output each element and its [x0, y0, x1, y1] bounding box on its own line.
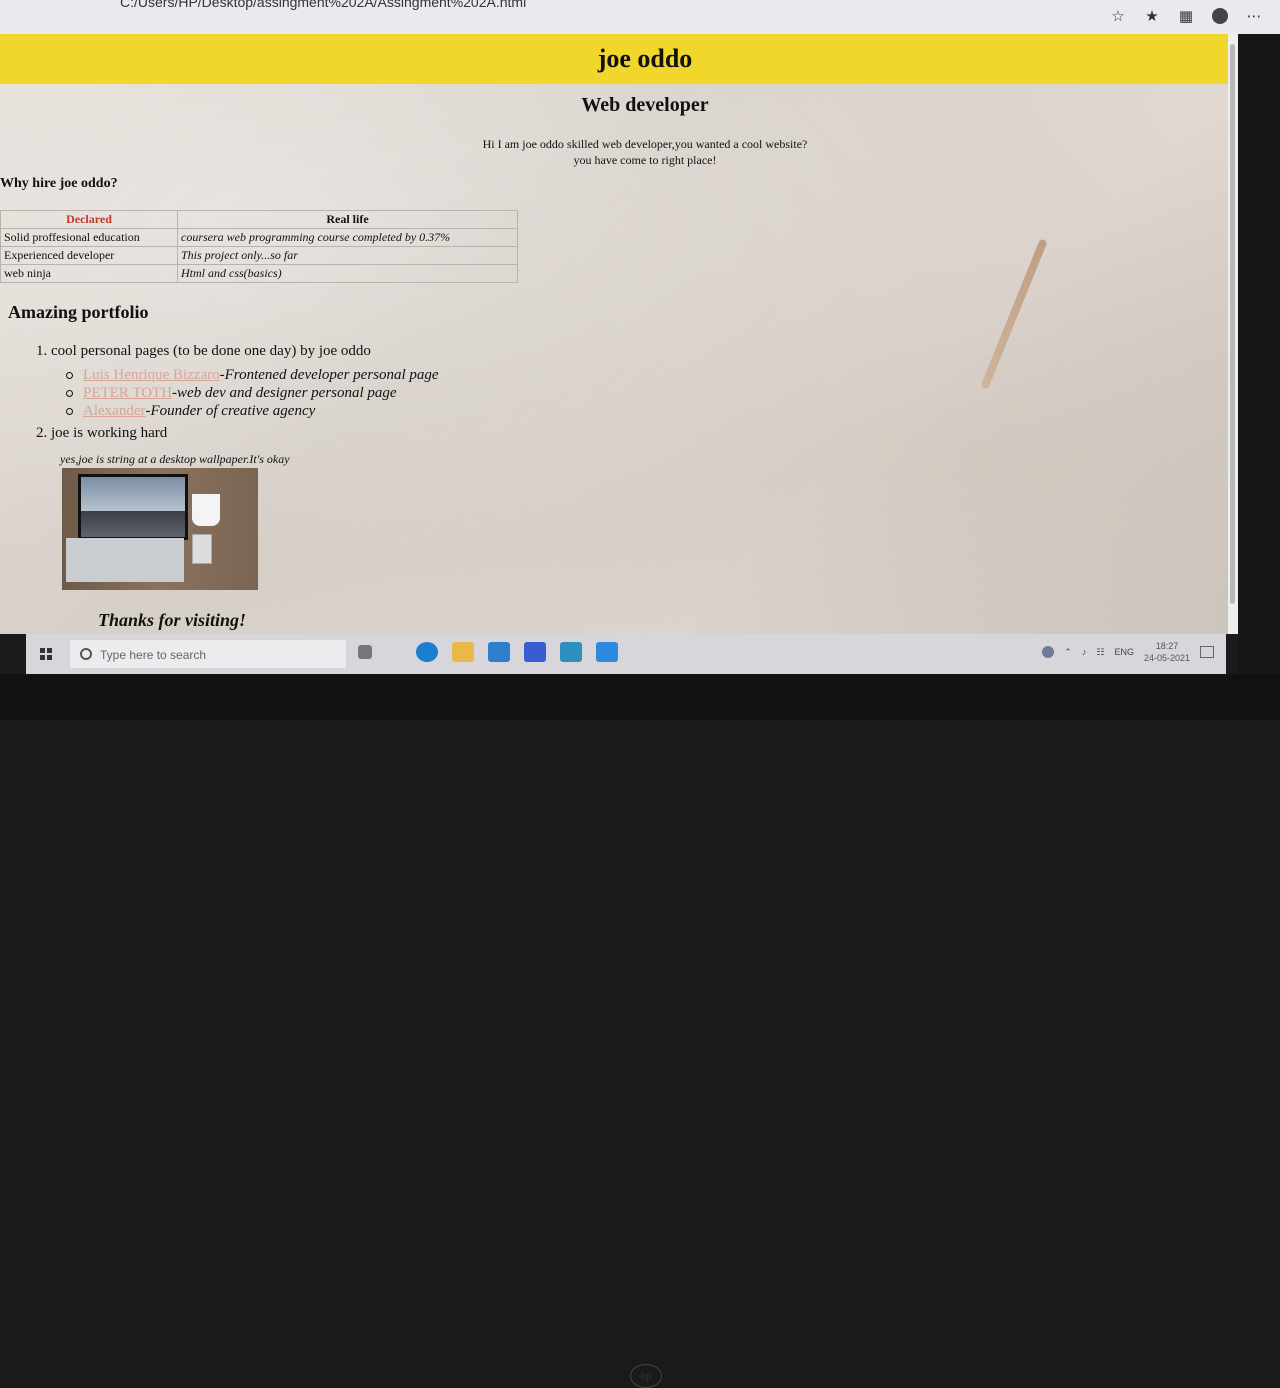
bullet-icon	[66, 372, 73, 380]
sub-list-item: PETER TOTH-web dev and designer personal…	[66, 384, 439, 402]
sub-list-item: Alexander-Founder of creative agency	[66, 402, 439, 420]
help-icon[interactable]	[1042, 646, 1055, 658]
table-cell: Solid proffesional education	[0, 228, 178, 247]
clock[interactable]: 18:27 24-05-2021	[1144, 640, 1190, 664]
reader-view-icon[interactable]: ☆	[1110, 8, 1126, 24]
windows-start-icon[interactable]	[40, 648, 52, 660]
system-tray: ⌃ ♪ ☷ ENG 18:27 24-05-2021	[1042, 640, 1214, 664]
sublime-icon[interactable]	[560, 642, 582, 662]
table-row: web ninja Html and css(basics)	[0, 264, 518, 283]
phone	[192, 534, 212, 564]
laptop-keyboard	[66, 538, 184, 582]
browser-actions: ☆ ★ ▦ ⋯	[1110, 8, 1262, 24]
mail-icon[interactable]	[488, 642, 510, 662]
table-cell: This project only...so far	[177, 246, 518, 265]
sub-list-item: Luis Henrique Bizzaro-Frontened develope…	[66, 366, 439, 384]
thanks-message: Thanks for visiting!	[98, 610, 247, 630]
bullet-icon	[66, 390, 73, 398]
task-view-icon[interactable]	[358, 645, 372, 659]
clock-time: 18:27	[1155, 641, 1179, 651]
intro-text: Hi I am joe oddo skilled web developer,y…	[0, 136, 1228, 168]
network-icon[interactable]: ☷	[1096, 647, 1104, 658]
list-item-text: joe is working hard	[51, 425, 168, 441]
notification-icon[interactable]	[1200, 646, 1214, 658]
portfolio-list: 1. cool personal pages (to be done one d…	[36, 342, 439, 442]
table-cell: Html and css(basics)	[177, 264, 518, 283]
hp-logo: hp	[630, 1364, 662, 1388]
list-item: 2. joe is working hard	[36, 424, 439, 442]
vscode-icon[interactable]	[596, 642, 618, 662]
favorite-icon[interactable]: ★	[1144, 8, 1160, 24]
sub-list: Luis Henrique Bizzaro-Frontened develope…	[66, 366, 439, 420]
intro-line: you have come to right place!	[573, 153, 717, 167]
more-icon[interactable]: ⋯	[1246, 8, 1262, 24]
desk-photo	[62, 468, 258, 590]
why-hire-heading: Why hire joe oddo?	[0, 176, 118, 191]
edge-icon[interactable]	[416, 642, 438, 662]
table-cell: Experienced developer	[0, 246, 178, 265]
list-number: 1.	[36, 343, 48, 359]
image-caption: yes,joe is string at a desktop wallpaper…	[60, 452, 290, 466]
hire-table: Declared Real life Solid proffesional ed…	[0, 210, 518, 283]
taskbar-search[interactable]: Type here to search	[70, 640, 346, 668]
collections-icon[interactable]: ▦	[1178, 8, 1194, 24]
search-placeholder[interactable]: Type here to search	[100, 648, 206, 662]
clock-date: 24-05-2021	[1143, 653, 1190, 663]
taskbar: Type here to search ⌃ ♪ ☷ ENG 18:27 24-0…	[26, 634, 1226, 674]
list-item-text: cool personal pages (to be done one day)…	[51, 343, 371, 359]
chevron-up-icon[interactable]: ⌃	[1064, 647, 1072, 658]
screen-rocks	[81, 511, 185, 537]
background-stain	[980, 238, 1048, 390]
scrollbar[interactable]	[1228, 34, 1238, 634]
screen-sky	[81, 477, 185, 511]
page-viewport: joe oddo Web developer Hi I am joe oddo …	[0, 34, 1228, 634]
portfolio-link[interactable]: Alexander	[83, 403, 145, 419]
bullet-icon	[66, 408, 73, 416]
table-header-real-life: Real life	[177, 210, 518, 229]
address-text[interactable]: C:/Users/HP/Desktop/assingment%202A/Assi…	[120, 0, 526, 10]
dropbox-icon[interactable]	[524, 642, 546, 662]
language-indicator[interactable]: ENG	[1114, 647, 1134, 657]
portfolio-heading: Amazing portfolio	[8, 302, 149, 322]
browser-toolbar: C:/Users/HP/Desktop/assingment%202A/Assi…	[0, 0, 1280, 35]
address-bar[interactable]: C:/Users/HP/Desktop/assingment%202A/Assi…	[120, 0, 526, 10]
list-item: 1. cool personal pages (to be done one d…	[36, 342, 439, 360]
table-header-declared: Declared	[0, 210, 178, 229]
taskbar-apps	[358, 642, 618, 662]
link-description: -Frontened developer personal page	[219, 367, 439, 383]
scroll-thumb[interactable]	[1230, 44, 1235, 604]
table-header-row: Declared Real life	[0, 210, 518, 229]
list-number: 2.	[36, 425, 48, 441]
page-title: joe oddo	[597, 44, 693, 73]
monitor-bezel	[1238, 34, 1280, 674]
table-row: Experienced developer This project only.…	[0, 246, 518, 265]
link-description: -web dev and designer personal page	[172, 385, 397, 401]
portfolio-link[interactable]: Luis Henrique Bizzaro	[83, 367, 220, 383]
profile-icon[interactable]	[1212, 8, 1228, 24]
mug	[192, 494, 220, 526]
table-cell: web ninja	[0, 264, 178, 283]
table-row: Solid proffesional education coursera we…	[0, 228, 518, 247]
volume-icon[interactable]: ♪	[1082, 647, 1087, 657]
intro-line: Hi I am joe oddo skilled web developer,y…	[482, 137, 808, 151]
portfolio-link[interactable]: PETER TOTH	[83, 385, 172, 401]
page-subtitle: Web developer	[581, 94, 709, 116]
link-description: -Founder of creative agency	[145, 403, 316, 419]
file-explorer-icon[interactable]	[452, 642, 474, 662]
laptop-screen	[78, 474, 188, 540]
table-cell: coursera web programming course complete…	[177, 228, 518, 247]
search-icon	[80, 648, 92, 660]
monitor-bezel-bottom: hp	[0, 674, 1280, 1388]
